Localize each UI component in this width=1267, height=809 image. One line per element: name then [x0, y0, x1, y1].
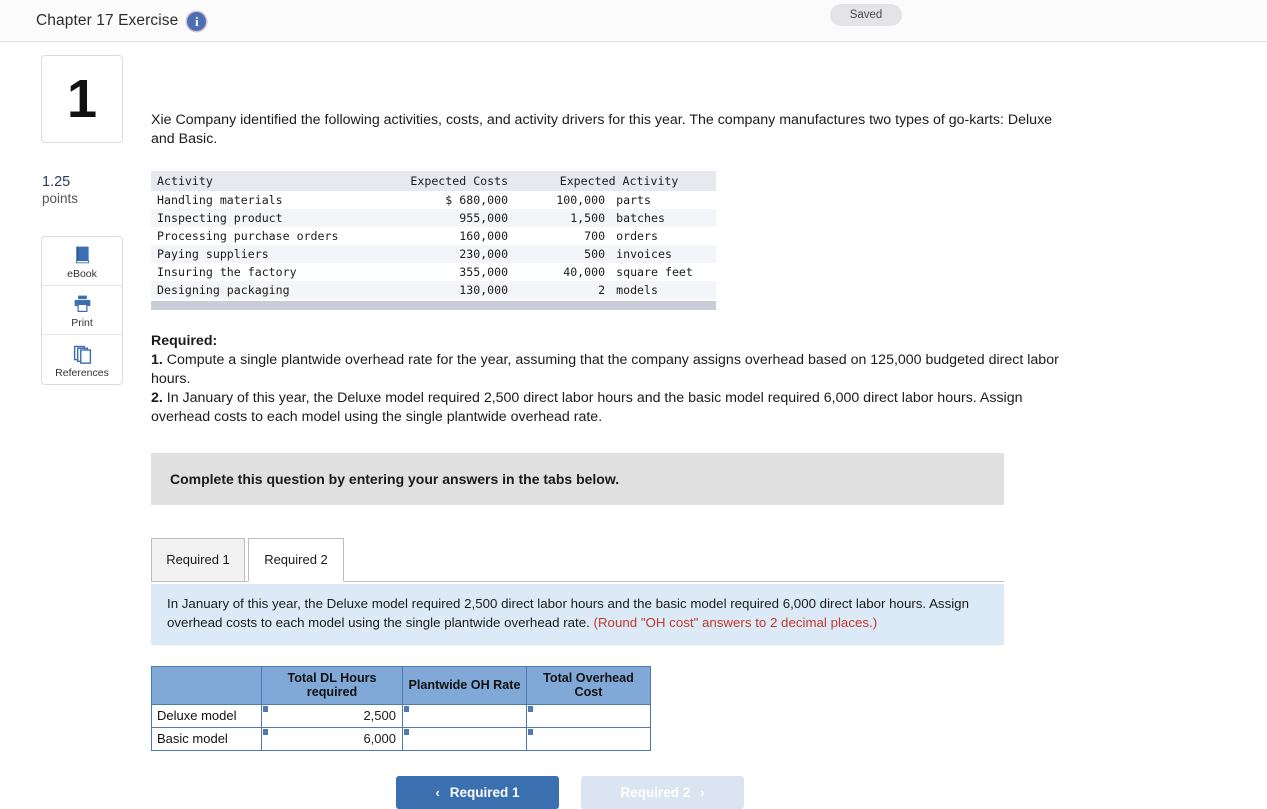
cell-cost: 230,000	[459, 247, 509, 262]
rounding-note: (Round "OH cost" answers to 2 decimal pl…	[593, 614, 878, 630]
table-header-row: Activity Expected Costs Expected Activit…	[151, 171, 716, 192]
status-badge: Saved	[830, 4, 902, 26]
cell-unit: square feet	[616, 265, 693, 280]
required-heading: Required:	[151, 333, 218, 350]
chevron-right-icon: ›	[700, 784, 705, 800]
info-icon[interactable]: i	[187, 12, 207, 31]
cell-cost: 355,000	[459, 265, 509, 280]
prev-button-label: Required 1	[449, 784, 520, 800]
cell-unit: orders	[616, 229, 658, 244]
table-row: Basic model 6,000	[151, 726, 651, 751]
left-rail: 1 1.25 points eBook Print References	[41, 55, 123, 385]
table-row: Insuring the factory 355,000 40,000 squa…	[151, 263, 716, 282]
prev-required-1-button[interactable]: ‹ Required 1	[396, 775, 559, 809]
cell-unit: parts	[616, 193, 652, 208]
navigation-row: ‹ Required 1 Required 2 ›	[396, 775, 1251, 809]
cell-activity: Designing packaging	[157, 283, 290, 298]
cell-activity: Inspecting product	[157, 211, 283, 226]
table-row: Processing purchase orders 160,000 700 o…	[151, 227, 716, 246]
instruction-banner: Complete this question by entering your …	[151, 452, 1004, 505]
references-icon	[72, 343, 93, 364]
row-label-deluxe-model: Deluxe model	[151, 703, 262, 728]
col-plantwide-oh-rate: Plantwide OH Rate	[402, 665, 527, 705]
cell-qty: 2	[598, 283, 606, 298]
required-block: Required: 1. Compute a single plantwide …	[151, 332, 1081, 426]
cell-qty: 1,500	[570, 211, 606, 226]
tab-required-2[interactable]: Required 2	[248, 537, 344, 582]
required-2-number: 2.	[151, 390, 163, 407]
cell-activity: Processing purchase orders	[157, 229, 339, 244]
points-label: points	[42, 191, 79, 207]
cell-qty: 500	[584, 247, 606, 262]
row-label-basic-model: Basic model	[151, 726, 262, 751]
question-number-box: 1	[41, 55, 123, 143]
question-prompt-panel: In January of this year, the Deluxe mode…	[151, 583, 1004, 645]
question-number: 1	[66, 69, 98, 129]
cell-cost: $ 680,000	[445, 193, 509, 208]
required-2-text: In January of this year, the Deluxe mode…	[151, 390, 1023, 425]
input-deluxe-dl-hours[interactable]: 2,500	[261, 703, 403, 728]
cell-activity: Insuring the factory	[157, 265, 297, 280]
references-label: References	[55, 366, 109, 379]
cell-activity: Handling materials	[157, 193, 283, 208]
tab-required-1[interactable]: Required 1	[151, 537, 245, 582]
required-item-1: 1. Compute a single plantwide overhead r…	[151, 351, 1081, 389]
print-label: Print	[71, 317, 93, 329]
activity-table-body: Handling materials $ 680,000 100,000 par…	[151, 191, 716, 300]
input-basic-oh-rate[interactable]	[402, 726, 527, 751]
tab-bar: Required 1 Required 2	[151, 537, 1004, 583]
points-block: 1.25 points	[42, 173, 123, 208]
col-expected-activity: Expected Activity	[522, 171, 716, 192]
cell-cost: 955,000	[459, 211, 509, 226]
answer-header-row: Total DL Hours required Plantwide OH Rat…	[151, 665, 651, 705]
col-total-overhead-cost: Total Overhead Cost	[526, 665, 651, 705]
chevron-left-icon: ‹	[435, 784, 440, 800]
print-button[interactable]: Print	[42, 286, 122, 335]
input-deluxe-oh-rate[interactable]	[402, 703, 527, 728]
input-deluxe-total-oh[interactable]	[526, 703, 651, 728]
input-basic-dl-hours[interactable]: 6,000	[261, 726, 403, 751]
top-bar: Chapter 17 Exercise i Saved	[0, 0, 1267, 42]
table-row: Handling materials $ 680,000 100,000 par…	[151, 191, 716, 210]
cell-unit: models	[616, 283, 658, 298]
required-1-text: Compute a single plantwide overhead rate…	[151, 352, 1059, 388]
required-1-number: 1.	[151, 352, 163, 369]
cell-qty: 100,000	[556, 193, 606, 208]
col-activity: Activity	[151, 171, 382, 192]
answer-table: Total DL Hours required Plantwide OH Rat…	[151, 665, 651, 751]
ebook-button[interactable]: eBook	[42, 237, 122, 286]
table-row: Inspecting product 955,000 1,500 batches	[151, 209, 716, 228]
page-title: Chapter 17 Exercise	[36, 11, 179, 29]
cell-unit: batches	[616, 211, 665, 226]
points-value: 1.25	[42, 174, 71, 190]
activity-data-table: Activity Expected Costs Expected Activit…	[151, 171, 716, 300]
cell-qty: 700	[584, 229, 606, 244]
table-row: Deluxe model 2,500	[151, 703, 651, 728]
required-item-2: 2. In January of this year, the Deluxe m…	[151, 389, 1081, 427]
ebook-label: eBook	[67, 268, 97, 280]
intro-paragraph: Xie Company identified the following act…	[151, 112, 1053, 147]
activity-table-footer-bar	[151, 301, 716, 311]
print-icon	[72, 293, 93, 314]
question-body: Xie Company identified the following act…	[151, 55, 1251, 809]
next-required-2-button[interactable]: Required 2 ›	[581, 775, 744, 809]
cell-unit: invoices	[616, 247, 672, 262]
cell-activity: Paying suppliers	[157, 247, 269, 262]
col-total-dl-hours: Total DL Hours required	[261, 665, 403, 705]
answer-table-body: Deluxe model 2,500 Basic model 6,000	[151, 703, 651, 751]
cell-cost: 130,000	[459, 283, 509, 298]
next-button-label: Required 2	[620, 784, 691, 800]
references-button[interactable]: References	[42, 335, 122, 384]
ebook-icon	[72, 244, 93, 265]
col-expected-costs: Expected Costs	[381, 171, 523, 192]
table-row: Paying suppliers 230,000 500 invoices	[151, 245, 716, 264]
input-basic-total-oh[interactable]	[526, 726, 651, 751]
table-row: Designing packaging 130,000 2 models	[151, 281, 716, 300]
tools-panel: eBook Print References	[41, 236, 123, 385]
answer-corner-cell	[151, 665, 262, 705]
cell-qty: 40,000	[563, 265, 606, 280]
cell-cost: 160,000	[459, 229, 509, 244]
